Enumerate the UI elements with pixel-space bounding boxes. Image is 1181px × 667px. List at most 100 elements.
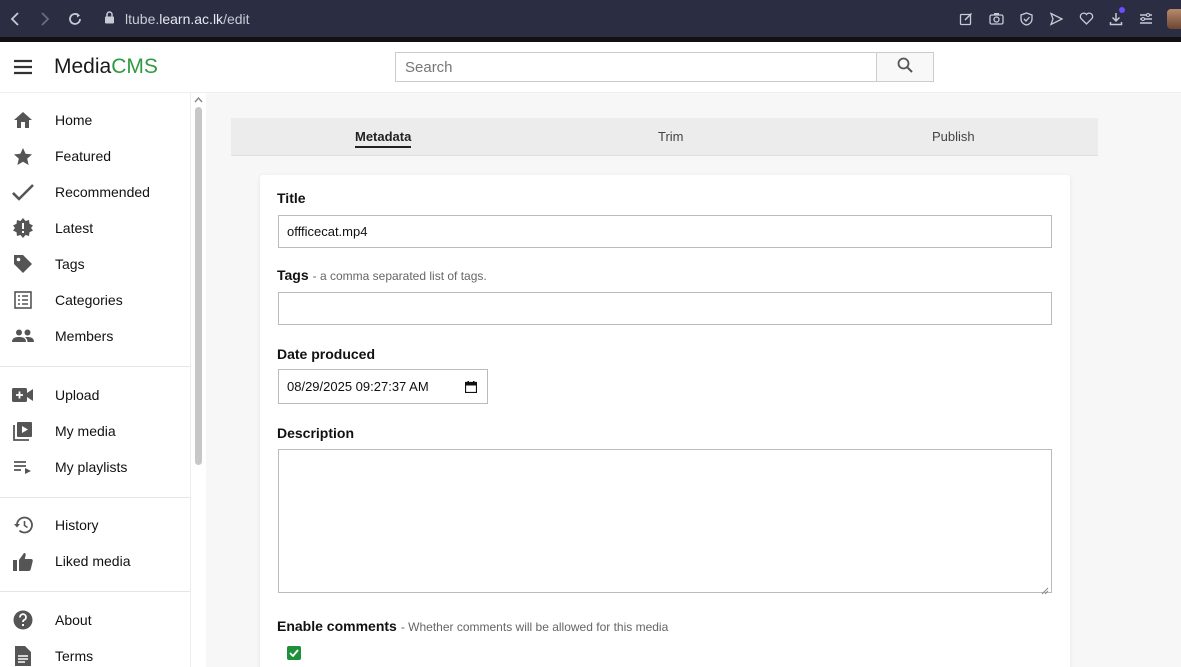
reload-icon[interactable] xyxy=(60,0,90,37)
sidebar-item-label: Latest xyxy=(55,220,94,236)
metadata-form: Title Tags- a comma separated list of ta… xyxy=(260,175,1070,667)
sidebar-item-label: History xyxy=(55,517,99,533)
check-icon xyxy=(12,181,34,203)
sidebar-item-categories[interactable]: Categories xyxy=(0,282,190,318)
url-prefix: ltube. xyxy=(125,10,160,27)
help-icon xyxy=(12,609,34,631)
description-label: Description xyxy=(277,425,355,441)
sidebar-item-label: My media xyxy=(55,423,116,439)
sidebar-item-home[interactable]: Home xyxy=(0,102,190,138)
sidebar-item-label: Members xyxy=(55,328,114,344)
tab-trim[interactable]: Trim xyxy=(658,129,684,144)
edit-tabs: Metadata Trim Publish xyxy=(231,118,1098,156)
resize-grip-icon[interactable] xyxy=(1041,582,1049,595)
list-icon xyxy=(12,289,34,311)
browser-toolbar: ltube. learn.ac.lk/edit xyxy=(0,0,1181,37)
sidebar-item-terms[interactable]: Terms xyxy=(0,638,190,667)
send-icon[interactable] xyxy=(1041,0,1071,37)
comments-hint: - Whether comments will be allowed for t… xyxy=(400,620,669,634)
title-field[interactable] xyxy=(278,215,1052,248)
back-icon[interactable] xyxy=(0,0,30,37)
tab-publish[interactable]: Publish xyxy=(932,129,975,144)
app-header: MediaCMS xyxy=(0,42,1181,93)
site-logo[interactable]: MediaCMS xyxy=(54,55,158,79)
sidebar-item-label: Tags xyxy=(55,256,85,272)
star-icon xyxy=(12,145,34,167)
notification-dot xyxy=(1119,7,1125,13)
sidebar-item-label: Categories xyxy=(55,292,123,308)
sidebar-item-my-playlists[interactable]: My playlists xyxy=(0,449,190,485)
search-input[interactable] xyxy=(395,52,877,82)
browser-tools xyxy=(951,0,1181,37)
sidebar-item-label: Upload xyxy=(55,387,100,403)
sidebar-item-history[interactable]: History xyxy=(0,507,190,543)
video-add-icon xyxy=(12,384,34,406)
date-produced-label: Date produced xyxy=(277,346,376,362)
chevron-up-icon[interactable] xyxy=(194,95,203,106)
sidebar-item-my-media[interactable]: My media xyxy=(0,413,190,449)
calendar-icon[interactable] xyxy=(464,381,478,396)
date-produced-field[interactable]: 08/29/2025 09:27:37 AM xyxy=(278,369,488,404)
tags-label-row: Tags - a comma separated list of tags. xyxy=(277,267,487,283)
sidebar-item-label: Liked media xyxy=(55,553,131,569)
logo-main: Media xyxy=(54,55,112,78)
comments-label-row: Enable comments - Whether comments will b… xyxy=(277,618,668,634)
address-bar[interactable]: ltube. learn.ac.lk/edit xyxy=(104,11,250,27)
sidebar-item-label: About xyxy=(55,612,92,628)
enable-comments-checkbox[interactable] xyxy=(287,646,301,660)
video-library-icon xyxy=(12,420,34,442)
sidebar-item-members[interactable]: Members xyxy=(0,318,190,354)
main-content: Metadata Trim Publish Title Tags- a comm… xyxy=(206,93,1181,667)
tag-icon xyxy=(12,253,34,275)
sidebar-item-label: My playlists xyxy=(55,459,128,475)
url-path: /edit xyxy=(223,10,250,27)
sidebar-item-recommended[interactable]: Recommended xyxy=(0,174,190,210)
tags-field[interactable] xyxy=(278,292,1052,325)
heart-icon[interactable] xyxy=(1071,0,1101,37)
sidebar-item-tags[interactable]: Tags xyxy=(0,246,190,282)
comments-label: Enable comments xyxy=(277,618,397,634)
checkmark-icon xyxy=(289,644,299,662)
playlist-icon xyxy=(12,456,34,478)
history-icon xyxy=(12,514,34,536)
forward-icon[interactable] xyxy=(30,0,60,37)
edit-icon[interactable] xyxy=(951,0,981,37)
sidebar-divider xyxy=(0,497,190,498)
sidebar-scrollbar[interactable] xyxy=(191,93,206,667)
sidebar-item-liked-media[interactable]: Liked media xyxy=(0,543,190,579)
document-icon xyxy=(12,645,34,667)
sidebar-item-label: Recommended xyxy=(55,184,150,200)
sidebar-divider xyxy=(0,591,190,592)
hamburger-icon[interactable] xyxy=(12,56,34,78)
url-host: learn.ac.lk xyxy=(159,10,224,27)
sidebar-divider xyxy=(0,366,190,367)
sidebar-item-latest[interactable]: Latest xyxy=(0,210,190,246)
sidebar-item-upload[interactable]: Upload xyxy=(0,377,190,413)
menu-icon[interactable] xyxy=(1131,0,1161,37)
lock-icon xyxy=(104,10,115,27)
tab-metadata[interactable]: Metadata xyxy=(355,129,412,148)
people-icon xyxy=(12,325,34,347)
thumb-up-icon xyxy=(12,550,34,572)
profile-avatar[interactable] xyxy=(1167,8,1181,29)
logo-accent: CMS xyxy=(111,55,158,78)
sidebar-item-label: Featured xyxy=(55,148,112,164)
sidebar-item-label: Terms xyxy=(55,648,94,664)
title-label: Title xyxy=(277,190,306,206)
tags-label: Tags xyxy=(277,267,309,283)
home-icon xyxy=(12,109,34,131)
sidebar-item-about[interactable]: About xyxy=(0,602,190,638)
date-produced-value: 08/29/2025 09:27:37 AM xyxy=(287,379,429,394)
sidebar-item-featured[interactable]: Featured xyxy=(0,138,190,174)
shield-icon[interactable] xyxy=(1011,0,1041,37)
search-button[interactable] xyxy=(876,52,934,82)
description-field[interactable] xyxy=(278,449,1052,595)
scrollbar-thumb[interactable] xyxy=(195,107,202,465)
sidebar-item-label: Home xyxy=(55,112,93,128)
new-badge-icon xyxy=(12,217,34,239)
search-icon xyxy=(897,57,913,78)
camera-icon[interactable] xyxy=(981,0,1011,37)
download-icon[interactable] xyxy=(1101,0,1131,37)
sidebar: Home Featured Recommended Latest Tags Ca… xyxy=(0,93,191,667)
tags-hint: - a comma separated list of tags. xyxy=(312,269,487,283)
